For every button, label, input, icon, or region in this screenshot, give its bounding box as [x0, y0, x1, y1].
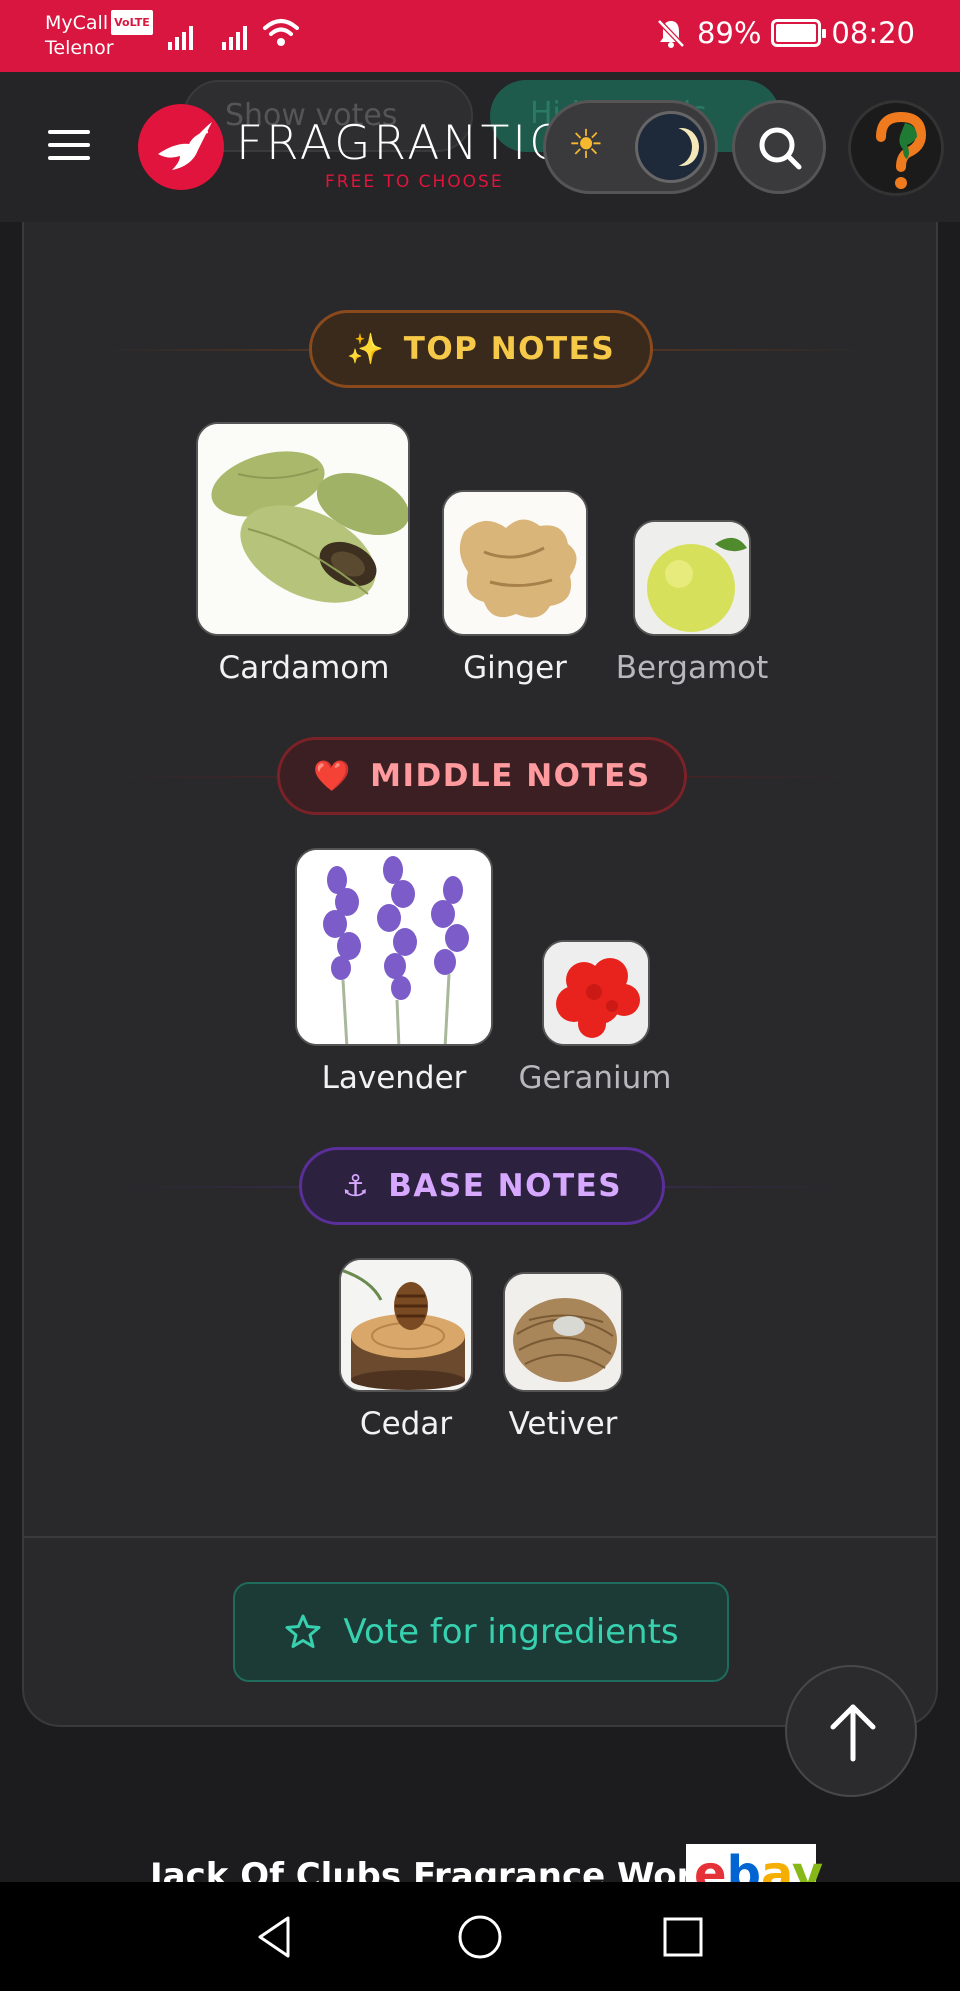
help-button[interactable]	[848, 100, 944, 196]
vote-ingredients-label: Vote for ingredients	[343, 1612, 679, 1652]
status-bar: MyCall VoLTE Telenor 89% 08:20	[0, 0, 960, 72]
battery-icon	[771, 19, 827, 47]
recents-icon[interactable]	[658, 1912, 708, 1962]
card-divider	[24, 1536, 936, 1538]
bergamot-image	[635, 522, 749, 634]
ad-banner[interactable]: Jack Of Clubs Fragrance World ebay	[0, 1840, 960, 1882]
logo-tagline: FREE TO CHOOSE	[325, 172, 504, 192]
note-label[interactable]: Cedar	[360, 1406, 452, 1442]
note-label[interactable]: Ginger	[463, 650, 567, 686]
vetiver-image	[505, 1274, 621, 1390]
battery-percent: 89%	[696, 16, 762, 50]
note-label[interactable]: Geranium	[519, 1060, 672, 1096]
menu-icon[interactable]	[48, 130, 90, 160]
note-label[interactable]: Vetiver	[509, 1406, 618, 1442]
fragrantica-logo[interactable]	[138, 104, 224, 190]
note-image-cedar[interactable]	[339, 1258, 473, 1392]
volte-badge: VoLTE	[111, 10, 153, 35]
geranium-image	[544, 942, 648, 1044]
home-icon[interactable]	[455, 1912, 505, 1962]
ad-text: Jack Of Clubs Fragrance World	[150, 1856, 730, 1882]
note-image-bergamot[interactable]	[633, 520, 751, 636]
mute-bell-icon	[657, 19, 685, 48]
signal-icon	[222, 20, 247, 50]
note-label[interactable]: Cardamom	[219, 650, 390, 686]
signal-icon	[168, 20, 193, 50]
base-notes-heading: ⚓ BASE NOTES	[299, 1147, 665, 1225]
search-icon	[759, 127, 802, 170]
carrier-name-2: Telenor	[45, 37, 114, 59]
sun-icon: ☀	[568, 122, 604, 168]
back-icon[interactable]	[250, 1912, 300, 1962]
scroll-to-top-button[interactable]	[785, 1665, 917, 1797]
ginger-image	[444, 492, 586, 634]
battery-fill	[776, 24, 816, 42]
notes-pyramid-card: ✨ TOP NOTES Cardamom Ginger Bergamot ❤️ …	[22, 222, 938, 1727]
note-image-ginger[interactable]	[442, 490, 588, 636]
ebay-logo: ebay	[686, 1844, 823, 1882]
clock: 08:20	[831, 16, 915, 50]
sparkles-icon: ✨	[346, 331, 386, 367]
search-button[interactable]	[732, 100, 826, 194]
site-header: Show votes Hide panels FRAGRANTICA FREE …	[0, 72, 960, 222]
moon-icon	[635, 111, 707, 183]
top-notes-title: TOP NOTES	[403, 331, 616, 367]
help-icon	[876, 111, 927, 189]
cedar-image	[341, 1260, 471, 1390]
wifi-icon	[263, 19, 299, 46]
hummingbird-icon	[158, 122, 212, 170]
middle-notes-heading: ❤️ MIDDLE NOTES	[277, 737, 687, 815]
note-image-cardamom[interactable]	[196, 422, 410, 636]
cardamom-image	[198, 424, 408, 634]
star-icon	[285, 1614, 321, 1648]
vote-ingredients-button[interactable]: Vote for ingredients	[233, 1582, 729, 1682]
arrow-up-icon	[830, 1704, 876, 1762]
note-image-lavender[interactable]	[295, 848, 493, 1046]
middle-notes-title: MIDDLE NOTES	[370, 758, 651, 794]
note-label[interactable]: Lavender	[322, 1060, 467, 1096]
carrier-info: MyCall VoLTE Telenor	[45, 10, 153, 61]
base-notes-title: BASE NOTES	[388, 1168, 623, 1204]
theme-toggle[interactable]: ☀	[543, 100, 718, 194]
system-navigation-bar	[0, 1882, 960, 1991]
anchor-icon: ⚓	[341, 1168, 371, 1204]
heart-icon: ❤️	[313, 758, 353, 794]
note-image-geranium[interactable]	[542, 940, 650, 1046]
status-right: 89% 08:20	[655, 16, 915, 50]
note-label[interactable]: Bergamot	[616, 650, 769, 686]
top-notes-heading: ✨ TOP NOTES	[309, 310, 653, 388]
carrier-name: MyCall	[45, 12, 109, 34]
note-image-vetiver[interactable]	[503, 1272, 623, 1392]
lavender-image	[297, 850, 491, 1044]
